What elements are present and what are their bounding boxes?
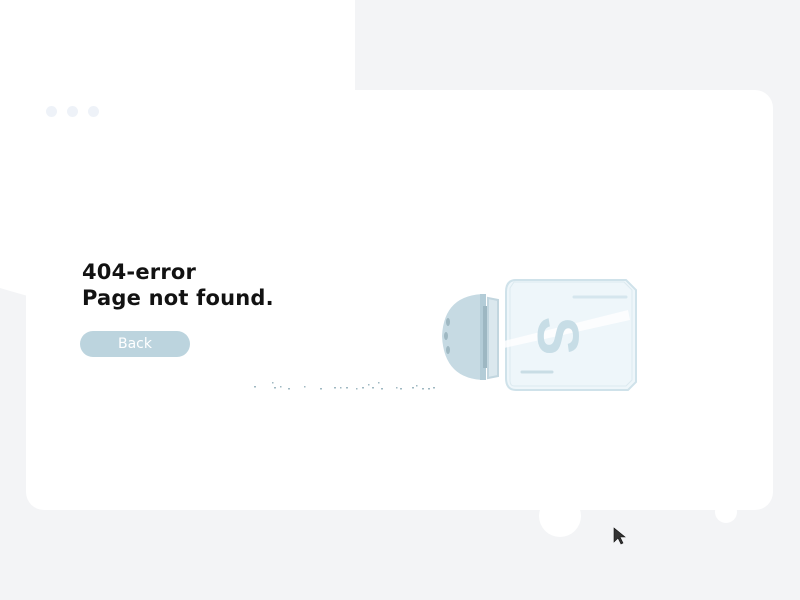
error-code: 404-error — [82, 260, 197, 284]
window-dots — [46, 106, 99, 117]
window-dot — [88, 106, 99, 117]
back-button[interactable]: Back — [80, 331, 190, 357]
cursor-arrow-icon — [613, 527, 626, 545]
salt-shaker-icon: S — [442, 279, 637, 391]
window-dot — [67, 106, 78, 117]
window-dot — [46, 106, 57, 117]
error-message: Page not found. — [82, 286, 274, 310]
shaker-letter: S — [525, 317, 590, 356]
salt-grains — [254, 382, 435, 390]
error-heading: 404-error Page not found. — [82, 259, 274, 311]
